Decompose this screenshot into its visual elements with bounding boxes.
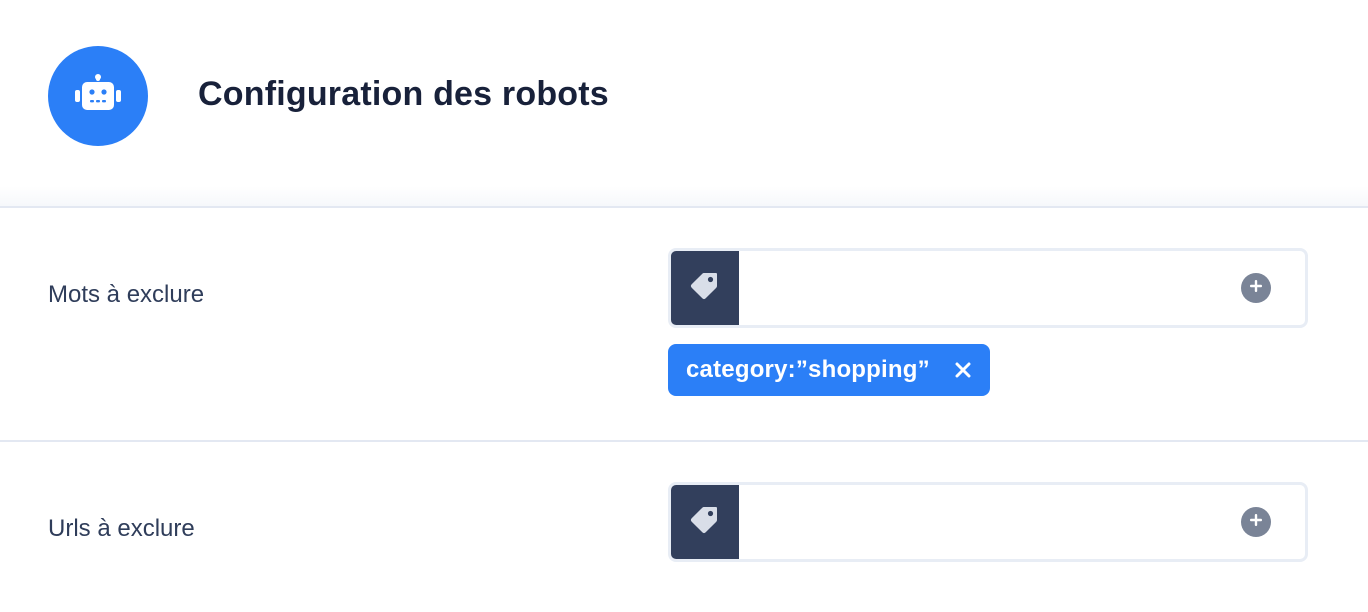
page-title: Configuration des robots — [198, 75, 609, 113]
chip-label: category:”shopping” — [686, 356, 930, 383]
urls-exclude-field[interactable] — [668, 482, 1308, 562]
words-add-button[interactable] — [1241, 273, 1271, 303]
header-shadow — [0, 186, 1368, 206]
urls-exclude-input[interactable] — [751, 495, 1225, 551]
page-header: Configuration des robots — [0, 0, 1368, 190]
plus-icon — [1249, 513, 1263, 532]
tag-icon — [688, 270, 720, 307]
close-icon[interactable] — [954, 361, 972, 379]
tag-icon-box — [671, 251, 739, 325]
row-divider — [0, 440, 1368, 442]
robot-avatar — [48, 46, 148, 146]
excluded-word-chip: category:”shopping” — [668, 344, 990, 396]
words-exclude-label: Mots à exclure — [48, 281, 205, 308]
words-exclude-field[interactable] — [668, 248, 1308, 328]
urls-exclude-label: Urls à exclure — [48, 515, 195, 542]
words-exclude-input[interactable] — [751, 261, 1225, 317]
header-divider — [0, 206, 1368, 208]
robot-icon — [73, 73, 123, 119]
plus-icon — [1249, 279, 1263, 298]
tag-icon-box — [671, 485, 739, 559]
urls-add-button[interactable] — [1241, 507, 1271, 537]
tag-icon — [688, 504, 720, 541]
